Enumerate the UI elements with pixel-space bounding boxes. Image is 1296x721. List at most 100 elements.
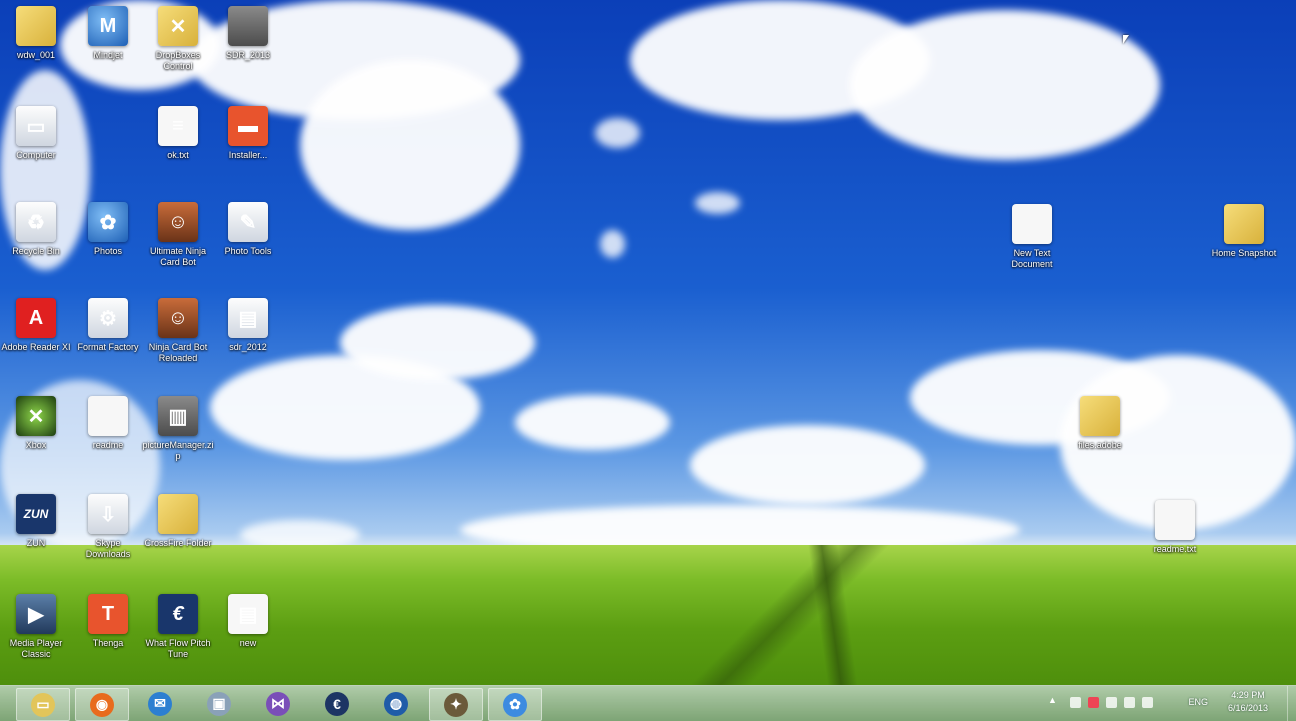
recycle-bin-icon: ♻ [16,202,56,242]
desktop-icon[interactable]: wdw_001 [0,6,72,94]
archive-icon [228,6,268,46]
desktop-icon-label: Computer [16,150,56,160]
desktop-icon[interactable]: ✕ DropBoxes Control [142,6,214,94]
desktop-icon[interactable]: ♻ Recycle Bin [0,202,72,290]
desktop-icon[interactable]: ZUN ZUN [0,494,72,582]
text-document-icon [1012,204,1052,244]
desktop-icon[interactable]: ✕ Xbox [0,396,72,484]
taskbar-button-euro-app[interactable]: € [311,688,363,719]
desktop-icon[interactable]: ▭ Computer [0,106,72,194]
mouse-cursor [1123,35,1129,44]
show-desktop-button[interactable] [1287,686,1296,721]
desktop-icon[interactable]: ▤ new [212,594,284,682]
desktop-icon[interactable]: ▥ pictureManager.zip [142,396,214,484]
taskbar-button-device-manager[interactable]: ▣ [193,688,245,719]
firefox-icon: ◉ [90,692,114,717]
desktop-icon[interactable]: ⚙ Format Factory [72,298,144,386]
taskbar-button-file-explorer[interactable]: ▭ [16,688,70,721]
desktop-icon[interactable]: ▶ Media Player Classic [0,594,72,682]
text-file-icon: ≡ [158,106,198,146]
cloud [340,305,535,380]
network-icon[interactable] [1124,697,1135,708]
desktop-icon-label: readme [92,440,124,450]
desktop-icon[interactable]: ☺ Ninja Card Bot Reloaded [142,298,214,386]
desktop-icon-label: Mindjet [93,50,123,60]
folder-person-icon [16,6,56,46]
desktop-icon[interactable]: New Text Document [996,204,1068,292]
desktop-icon[interactable]: ☺ Ultimate Ninja Card Bot [142,202,214,290]
taskbar-button-firefox[interactable]: ◉ [75,688,129,721]
desktop-icon[interactable]: readme [72,396,144,484]
cloud [595,118,640,148]
desktop-icon-label: files.adobe [1078,440,1122,450]
desktop-icon[interactable]: ▬ Installer... [212,106,284,194]
flag-icon[interactable] [1106,697,1117,708]
desktop-icon-label: Installer... [228,150,268,160]
tray-app-icon[interactable] [1070,697,1081,708]
desktop-icon[interactable]: readme.txt [1139,500,1211,588]
blank-file-icon [88,396,128,436]
new-documents-icon: ▤ [228,594,268,634]
photos-icon: ✿ [503,692,527,717]
desktop-icon-label: pictureManager.zip [142,440,214,461]
mindjet-icon: M [88,6,128,46]
taskbar-button-photos-app[interactable]: ✿ [488,688,542,721]
desktop-icon-label: Recycle Bin [12,246,60,256]
ninja-reloaded-icon: ☺ [158,298,198,338]
desktop-icon[interactable]: Home Snapshot [1208,204,1280,292]
cloud [515,395,670,450]
folder-icon [1224,204,1264,244]
desktop-icon-label: Home Snapshot [1211,248,1277,258]
gold-arrows-icon: ✕ [158,6,198,46]
clock-date: 6/16/2013 [1227,703,1269,713]
visual-studio-icon: ⋈ [266,691,290,716]
desktop-icon[interactable]: M Mindjet [72,6,144,94]
desktop-icon[interactable]: T Thenga [72,594,144,682]
desktop-icon-label: Ultimate Ninja Card Bot [149,246,207,267]
mail-icon: ✉ [148,691,172,716]
tray-app-icon[interactable] [1088,697,1099,708]
desktop-icon[interactable]: A Adobe Reader XI [0,298,72,386]
language-indicator[interactable]: ENG [1188,697,1208,707]
desktop-icon-label: Adobe Reader XI [1,342,71,352]
photo-tools-icon: ✎ [228,202,268,242]
cloud [600,230,625,258]
desktop-icon-label: Thenga [92,638,124,648]
taskbar-button-mail[interactable]: ✉ [134,688,186,719]
desktop-icon[interactable]: ≡ ok.txt [142,106,214,194]
zun-icon: ZUN [16,494,56,534]
clock[interactable]: 4:29 PM 6/16/2013 [1218,689,1278,715]
desktop-icon-label: DropBoxes Control [155,50,201,71]
desktop-icon[interactable]: SDR_2013 [212,6,284,94]
format-factory-icon: ⚙ [88,298,128,338]
euro-e-icon: € [325,691,349,716]
media-player-icon: ▶ [16,594,56,634]
xbox-icon: ✕ [16,396,56,436]
taskbar: ▭ ◉ ✉ ▣ ⋈ € ◍ ✦ ✿ ▲ ENG 4:29 PM 6/16/2013 [0,685,1296,721]
field-track [690,545,890,685]
cloud [850,10,1160,160]
desktop-icon[interactable]: ▤ sdr_2012 [212,298,284,386]
taskbar-button-globe-app[interactable]: ◍ [370,688,422,719]
desktop-icon-label: What Flow Pitch Tune [145,638,211,659]
desktop-icon[interactable]: ✎ Photo Tools [212,202,284,290]
thenga-icon: T [88,594,128,634]
taskbar-button-visual-studio[interactable]: ⋈ [252,688,304,719]
chevron-up-icon[interactable]: ▲ [1048,695,1059,706]
system-tray: ▲ ENG 4:29 PM 6/16/2013 [1046,686,1296,721]
desktop-icon[interactable]: ⇩ Skype Downloads [72,494,144,582]
desktop-icon-label: Photo Tools [224,246,272,256]
taskbar-button-dog-app[interactable]: ✦ [429,688,483,721]
desktop-icon[interactable]: ✿ Photos [72,202,144,290]
file-explorer-icon: ▭ [31,692,55,717]
desktop-icon[interactable]: € What Flow Pitch Tune [142,594,214,682]
dog-icon: ✦ [444,692,468,717]
device-icon: ▣ [207,691,231,716]
euro-e-icon: € [158,594,198,634]
desktop-icon-label: Skype Downloads [85,538,131,559]
desktop-icon[interactable]: files.adobe [1064,396,1136,484]
downloads-icon: ⇩ [88,494,128,534]
desktop-icon[interactable]: CrossFire Folder [142,494,214,582]
volume-icon[interactable] [1142,697,1153,708]
desktop-icon-label: wdw_001 [16,50,56,60]
